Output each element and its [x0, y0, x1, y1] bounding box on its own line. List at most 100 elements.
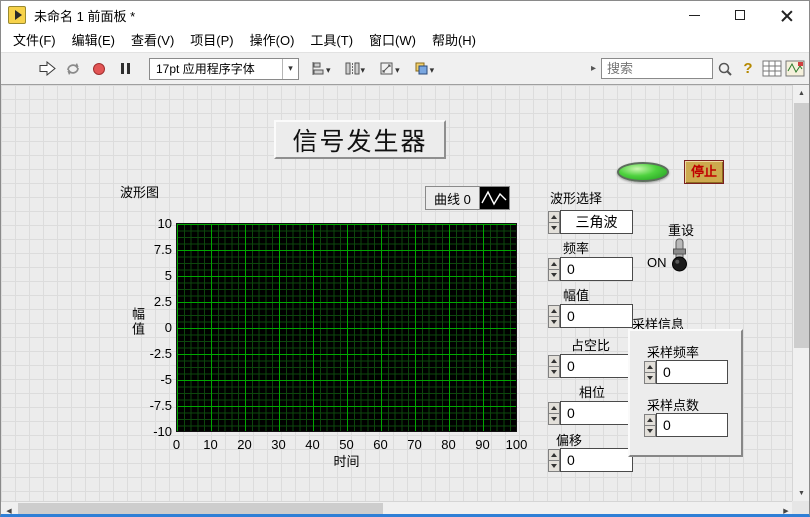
- horizontal-scrollbar[interactable]: [1, 501, 794, 514]
- x-axis-label: 时间: [333, 454, 360, 469]
- y-tick-label: -5: [160, 372, 172, 387]
- sample-count-control[interactable]: 0: [644, 413, 728, 437]
- menu-edit[interactable]: 编辑(E): [64, 29, 123, 52]
- distribute-objects-dropdown[interactable]: [342, 57, 369, 81]
- menu-view[interactable]: 查看(V): [123, 29, 182, 52]
- font-selector[interactable]: 17pt 应用程序字体: [149, 57, 299, 80]
- offset-value[interactable]: 0: [560, 448, 633, 472]
- spinner: [548, 448, 560, 472]
- chevron-down-icon: [282, 58, 298, 79]
- frequency-control[interactable]: 0: [548, 257, 633, 281]
- reorder-objects-dropdown[interactable]: [411, 57, 438, 81]
- decrement-button[interactable]: [548, 459, 560, 472]
- search-icon: [718, 62, 732, 76]
- menu-operate[interactable]: 操作(O): [242, 29, 303, 52]
- chevron-down-icon: [395, 61, 400, 76]
- decrement-button[interactable]: [548, 315, 560, 328]
- labview-window: 未命名 1 前面板 * 文件(F) 编辑(E) 查看(V) 项目(P) 操作(O…: [0, 0, 810, 517]
- menu-window[interactable]: 窗口(W): [361, 29, 424, 52]
- resize-objects-dropdown[interactable]: [376, 57, 403, 81]
- maximize-icon: [735, 10, 745, 20]
- search-input[interactable]: [601, 58, 713, 79]
- phase-value[interactable]: 0: [560, 401, 633, 425]
- y-tick-label: -7.5: [149, 398, 172, 413]
- font-selector-value: 17pt 应用程序字体: [156, 62, 255, 76]
- waveform-select-value[interactable]: 三角波: [560, 210, 633, 234]
- align-objects-dropdown[interactable]: [307, 57, 334, 81]
- y-tick-label: 7.5: [153, 242, 172, 257]
- menu-help[interactable]: 帮助(H): [424, 29, 484, 52]
- duty-cycle-control[interactable]: 0: [548, 354, 633, 378]
- reorder-objects-icon: [415, 62, 428, 75]
- grid-settings-button[interactable]: [762, 57, 782, 81]
- chart-legend[interactable]: 曲线 0: [425, 186, 510, 210]
- sample-count-value[interactable]: 0: [656, 413, 728, 437]
- vertical-scroll-thumb[interactable]: [794, 103, 809, 348]
- search-button[interactable]: [713, 57, 737, 81]
- frequency-value[interactable]: 0: [560, 257, 633, 281]
- decrement-button[interactable]: [644, 424, 656, 437]
- search-expander-icon[interactable]: [591, 63, 601, 74]
- run-continuous-button[interactable]: [61, 57, 85, 81]
- decrement-button[interactable]: [548, 221, 560, 234]
- reset-toggle-switch[interactable]: [665, 235, 693, 275]
- x-tick-label: 10: [203, 437, 218, 452]
- vertical-switch-icon: [672, 238, 687, 272]
- minimize-icon: [688, 14, 700, 16]
- phase-control[interactable]: 0: [548, 401, 633, 425]
- pause-button[interactable]: [113, 57, 137, 81]
- run-button[interactable]: [35, 57, 59, 81]
- distribute-objects-icon: [345, 62, 360, 75]
- decrement-button[interactable]: [644, 371, 656, 384]
- x-tick-label: 0: [172, 437, 181, 452]
- labview-app-icon: [8, 6, 26, 24]
- minimize-button[interactable]: [671, 1, 717, 29]
- pause-icon: [120, 63, 130, 74]
- x-tick-label: 90: [475, 437, 490, 452]
- decrement-button[interactable]: [548, 412, 560, 425]
- titlebar: 未命名 1 前面板 *: [1, 1, 809, 29]
- scrollbar-corner: [792, 501, 809, 514]
- chevron-down-icon: [430, 61, 435, 76]
- led-ok-button[interactable]: [617, 162, 669, 182]
- spinner: [548, 401, 560, 425]
- decrement-button[interactable]: [548, 268, 560, 281]
- abort-icon: [93, 62, 105, 75]
- legend-plot-name: 曲线 0: [434, 191, 471, 207]
- spinner: [548, 354, 560, 378]
- x-tick-label: 50: [339, 437, 354, 452]
- sample-rate-control[interactable]: 0: [644, 360, 728, 384]
- sample-rate-value[interactable]: 0: [656, 360, 728, 384]
- maximize-button[interactable]: [717, 1, 763, 29]
- menu-file[interactable]: 文件(F): [5, 29, 64, 52]
- close-icon: [781, 10, 792, 21]
- waveform-chart-plot-area: [176, 223, 517, 432]
- vertical-scrollbar[interactable]: [792, 85, 809, 501]
- amplitude-control[interactable]: 0: [548, 304, 633, 328]
- x-tick-label: 30: [271, 437, 286, 452]
- vi-icon-button[interactable]: [785, 57, 805, 81]
- waveform-select-control[interactable]: 三角波: [548, 210, 633, 234]
- plot-style-icon: [478, 187, 509, 209]
- menu-tools[interactable]: 工具(T): [302, 29, 361, 52]
- scroll-left-button[interactable]: [1, 502, 17, 514]
- amplitude-value[interactable]: 0: [560, 304, 633, 328]
- duty-cycle-value[interactable]: 0: [560, 354, 633, 378]
- stop-button[interactable]: 停止: [684, 160, 724, 184]
- panel-title: 信号发生器: [274, 120, 446, 159]
- menu-project[interactable]: 项目(P): [182, 29, 241, 52]
- spinner: [644, 413, 656, 437]
- abort-button[interactable]: [87, 57, 111, 81]
- context-help-button[interactable]: [737, 57, 759, 81]
- phase-label: 相位: [579, 385, 606, 400]
- scroll-up-button[interactable]: [793, 85, 809, 101]
- align-objects-icon: [312, 62, 324, 75]
- grid-icon: [762, 60, 782, 77]
- horizontal-scroll-thumb[interactable]: [18, 503, 383, 514]
- scroll-down-button[interactable]: [793, 485, 809, 501]
- y-tick-label: -2.5: [149, 346, 172, 361]
- offset-control[interactable]: 0: [548, 448, 633, 472]
- decrement-button[interactable]: [548, 365, 560, 378]
- close-button[interactable]: [763, 1, 809, 29]
- reset-on-label: ON: [647, 255, 667, 270]
